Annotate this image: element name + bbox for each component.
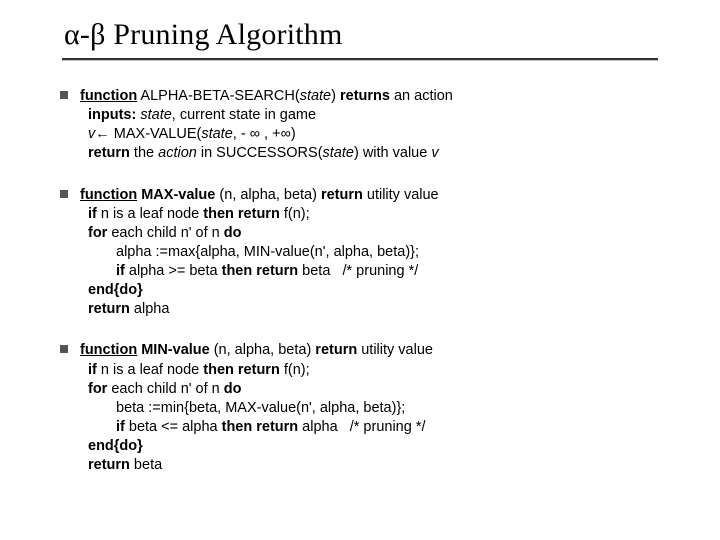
code-line: end{do} (60, 281, 680, 300)
code-line: end{do} (60, 437, 680, 456)
title-rule (62, 58, 680, 61)
code-line: v← MAX-VALUE(state, - ∞ , +∞) (60, 125, 680, 144)
code-line: return beta (60, 456, 680, 475)
code-line: beta :=min{beta, MAX-value(n', alpha, be… (60, 399, 680, 418)
slide-title: α-β Pruning Algorithm (64, 18, 680, 52)
algorithm-block-min: function MIN-value (n, alpha, beta) retu… (60, 341, 680, 475)
code-line: for each child n' of n do (60, 380, 680, 399)
code-line: function ALPHA-BETA-SEARCH(state) return… (60, 87, 680, 106)
bullet-icon (60, 190, 68, 198)
slide: α-β Pruning Algorithm function ALPHA-BET… (0, 0, 720, 540)
code-line: if beta <= alpha then return alpha /* pr… (60, 418, 680, 437)
algorithm-block-search: function ALPHA-BETA-SEARCH(state) return… (60, 87, 680, 164)
code-line: return alpha (60, 300, 680, 319)
code-line: if alpha >= beta then return beta /* pru… (60, 262, 680, 281)
code-line: alpha :=max{alpha, MIN-value(n', alpha, … (60, 243, 680, 262)
code-line: function MIN-value (n, alpha, beta) retu… (60, 341, 680, 360)
code-line: if n is a leaf node then return f(n); (60, 361, 680, 380)
code-line: for each child n' of n do (60, 224, 680, 243)
code-line: inputs: state, current state in game (60, 106, 680, 125)
code-line: function MAX-value (n, alpha, beta) retu… (60, 186, 680, 205)
bullet-icon (60, 345, 68, 353)
code-line: if n is a leaf node then return f(n); (60, 205, 680, 224)
algorithm-block-max: function MAX-value (n, alpha, beta) retu… (60, 186, 680, 320)
bullet-icon (60, 91, 68, 99)
code-line: return the action in SUCCESSORS(state) w… (60, 144, 680, 163)
